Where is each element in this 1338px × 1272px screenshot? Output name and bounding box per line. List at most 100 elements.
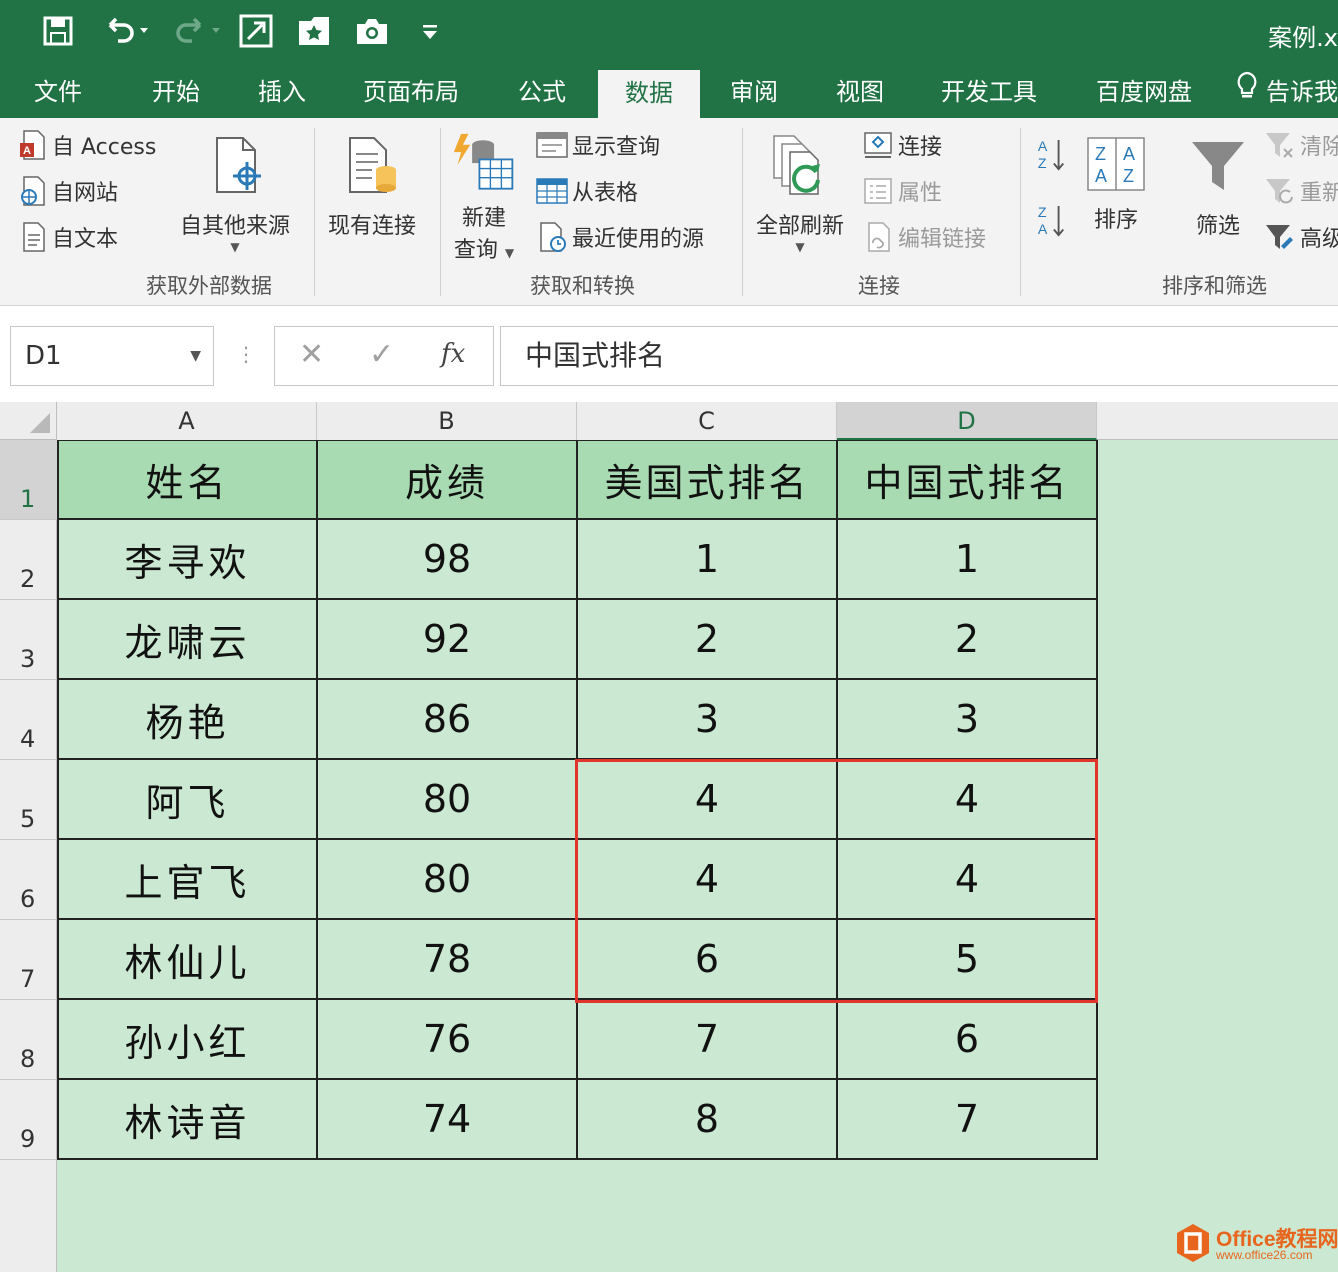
cell-score[interactable]: 74 bbox=[318, 1080, 578, 1160]
column-header-d[interactable]: D bbox=[837, 402, 1097, 440]
connections-button[interactable]: 连接 bbox=[862, 128, 942, 162]
header-cell-name[interactable]: 姓名 bbox=[57, 440, 318, 520]
filter-button[interactable]: 筛选 bbox=[1186, 130, 1250, 240]
row-header-3[interactable]: 3 bbox=[0, 600, 57, 680]
new-query-button[interactable]: 新建 查询 ▼ bbox=[452, 128, 516, 264]
sort-descending-button[interactable]: ZA bbox=[1036, 204, 1072, 238]
undo-icon[interactable] bbox=[98, 10, 154, 52]
cell-score[interactable]: 98 bbox=[318, 520, 578, 600]
name-box[interactable]: D1 ▼ bbox=[10, 326, 214, 386]
row-header-6[interactable]: 6 bbox=[0, 840, 57, 920]
row-header-7[interactable]: 7 bbox=[0, 920, 57, 1000]
tab-view[interactable]: 视图 bbox=[814, 66, 906, 118]
row-header-9[interactable]: 9 bbox=[0, 1080, 57, 1160]
cell-cn-rank[interactable]: 6 bbox=[838, 1000, 1098, 1080]
cell-score[interactable]: 80 bbox=[318, 760, 578, 840]
from-other-sources-button[interactable]: 自其他来源 ▼ bbox=[180, 130, 290, 254]
star-folder-icon[interactable] bbox=[296, 10, 332, 52]
cell-name[interactable]: 杨艳 bbox=[57, 680, 318, 760]
tab-developer[interactable]: 开发工具 bbox=[928, 66, 1050, 118]
refresh-all-button[interactable]: 全部刷新 ▼ bbox=[756, 130, 844, 254]
cell-us-rank[interactable]: 7 bbox=[578, 1000, 838, 1080]
clear-filter-button[interactable]: 清除 bbox=[1264, 128, 1338, 162]
sort-ascending-button[interactable]: AZ bbox=[1036, 138, 1072, 172]
cell-name[interactable]: 阿飞 bbox=[57, 760, 318, 840]
column-header-a[interactable]: A bbox=[57, 402, 317, 440]
cell-cn-rank[interactable]: 2 bbox=[838, 600, 1098, 680]
customize-icon[interactable] bbox=[418, 10, 442, 52]
cell-us-rank[interactable]: 3 bbox=[578, 680, 838, 760]
cell-cn-rank[interactable]: 3 bbox=[838, 680, 1098, 760]
from-web-button[interactable]: 自网站 bbox=[16, 174, 118, 208]
existing-connections-button[interactable]: 现有连接 bbox=[328, 130, 416, 240]
watermark-url: www.office26.com bbox=[1216, 1248, 1313, 1262]
header-cell-score[interactable]: 成绩 bbox=[318, 440, 578, 520]
show-queries-button[interactable]: 显示查询 bbox=[536, 128, 660, 162]
cell-score[interactable]: 92 bbox=[318, 600, 578, 680]
tab-tell-me[interactable]: 告诉我 bbox=[1236, 66, 1338, 118]
tab-baidu-netdisk[interactable]: 百度网盘 bbox=[1082, 66, 1206, 118]
row-header-5[interactable]: 5 bbox=[0, 760, 57, 840]
cell-score[interactable]: 78 bbox=[318, 920, 578, 1000]
tab-page-layout[interactable]: 页面布局 bbox=[350, 66, 472, 118]
cell-score[interactable]: 76 bbox=[318, 1000, 578, 1080]
cell-us-rank[interactable]: 6 bbox=[578, 920, 838, 1000]
other-sources-icon bbox=[203, 130, 267, 202]
cell-name[interactable]: 李寻欢 bbox=[57, 520, 318, 600]
from-access-button[interactable]: A 自 Access bbox=[16, 128, 156, 162]
divider bbox=[314, 128, 315, 296]
redo-icon[interactable] bbox=[168, 10, 224, 52]
reapply-button[interactable]: 重新 bbox=[1264, 174, 1338, 208]
cell-us-rank[interactable]: 2 bbox=[578, 600, 838, 680]
tab-review[interactable]: 审阅 bbox=[708, 66, 800, 118]
cell-cn-rank[interactable]: 7 bbox=[838, 1080, 1098, 1160]
edit-links-button[interactable]: 编辑链接 bbox=[862, 220, 986, 254]
cell-name[interactable]: 上官飞 bbox=[57, 840, 318, 920]
advanced-filter-button[interactable]: 高级 bbox=[1264, 220, 1338, 254]
cell-cn-rank[interactable]: 4 bbox=[838, 840, 1098, 920]
tab-insert[interactable]: 插入 bbox=[234, 66, 330, 118]
cell-name[interactable]: 龙啸云 bbox=[57, 600, 318, 680]
cell-cn-rank[interactable]: 5 bbox=[838, 920, 1098, 1000]
row-header-4[interactable]: 4 bbox=[0, 680, 57, 760]
header-cell-cn-rank[interactable]: 中国式排名 bbox=[838, 440, 1098, 520]
header-cell-us-rank[interactable]: 美国式排名 bbox=[578, 440, 838, 520]
cell-us-rank[interactable]: 4 bbox=[578, 840, 838, 920]
select-all-button[interactable] bbox=[0, 402, 57, 440]
row-header-2[interactable]: 2 bbox=[0, 520, 57, 600]
column-header-b[interactable]: B bbox=[317, 402, 577, 440]
camera-icon[interactable] bbox=[354, 10, 390, 52]
row-header-8[interactable]: 8 bbox=[0, 1000, 57, 1080]
from-table-button[interactable]: 从表格 bbox=[536, 174, 638, 208]
cell-us-rank[interactable]: 4 bbox=[578, 760, 838, 840]
cell-name[interactable]: 孙小红 bbox=[57, 1000, 318, 1080]
cell-cn-rank[interactable]: 4 bbox=[838, 760, 1098, 840]
insert-function-icon[interactable]: fx bbox=[441, 339, 465, 369]
formula-buttons: ✕ ✓ fx bbox=[274, 326, 494, 386]
cell-cn-rank[interactable]: 1 bbox=[838, 520, 1098, 600]
recent-sources-button[interactable]: 最近使用的源 bbox=[536, 220, 704, 254]
cell-name[interactable]: 林诗音 bbox=[57, 1080, 318, 1160]
properties-button[interactable]: 属性 bbox=[862, 174, 942, 208]
cell-us-rank[interactable]: 1 bbox=[578, 520, 838, 600]
more-icon[interactable]: ⋮ bbox=[236, 342, 256, 366]
cell-name[interactable]: 林仙儿 bbox=[57, 920, 318, 1000]
tab-formulas[interactable]: 公式 bbox=[494, 66, 590, 118]
cell-score[interactable]: 86 bbox=[318, 680, 578, 760]
save-icon[interactable] bbox=[38, 10, 78, 52]
enter-icon[interactable]: ✓ bbox=[369, 337, 394, 372]
lightbulb-icon bbox=[1236, 67, 1266, 118]
chevron-down-icon[interactable]: ▼ bbox=[190, 327, 201, 385]
cell-us-rank[interactable]: 8 bbox=[578, 1080, 838, 1160]
sort-button[interactable]: ZAAZ 排序 bbox=[1084, 132, 1148, 234]
cancel-icon[interactable]: ✕ bbox=[299, 337, 324, 372]
formula-input[interactable]: 中国式排名 bbox=[500, 326, 1338, 386]
column-header-c[interactable]: C bbox=[577, 402, 837, 440]
row-header-1[interactable]: 1 bbox=[0, 440, 57, 520]
from-text-button[interactable]: 自文本 bbox=[16, 220, 118, 254]
cell-score[interactable]: 80 bbox=[318, 840, 578, 920]
tab-home[interactable]: 开始 bbox=[128, 66, 224, 118]
tab-data[interactable]: 数据 bbox=[598, 70, 700, 118]
expand-icon[interactable] bbox=[238, 10, 274, 52]
tab-file[interactable]: 文件 bbox=[10, 66, 106, 118]
